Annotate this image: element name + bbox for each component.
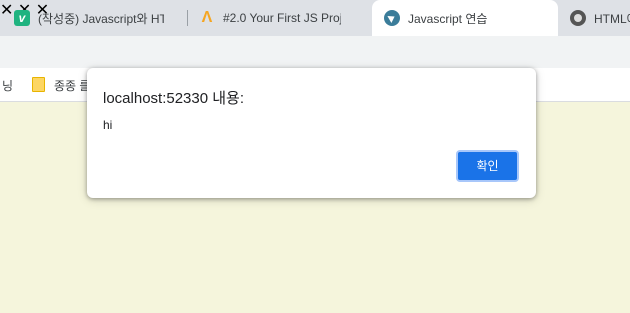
tab-velog[interactable]: v (작성중) Javascript와 HTML xyxy=(14,0,184,36)
javascript-page-icon xyxy=(384,10,400,26)
tab-strip: v (작성중) Javascript와 HTML ✕ Λ #2.0 Your F… xyxy=(0,0,630,36)
tab-html[interactable]: HTML에 xyxy=(570,0,630,36)
dialog-message: hi xyxy=(103,118,113,132)
tab-title: (작성중) Javascript와 HTML xyxy=(38,11,164,26)
nomadcoders-icon: Λ xyxy=(201,9,213,26)
bookmark-folder[interactable]: 종종 를 xyxy=(54,77,90,94)
tab-javascript[interactable]: Javascript 연습 xyxy=(372,0,558,36)
browser-toolbar xyxy=(0,36,630,68)
folder-icon xyxy=(32,77,45,92)
bookmark-item[interactable]: 닝 xyxy=(2,77,13,94)
dialog-title: localhost:52330 내용: xyxy=(103,90,245,107)
velog-icon: v xyxy=(14,10,30,26)
tab-separator xyxy=(187,10,188,26)
tab-title: HTML에 xyxy=(594,11,630,26)
tab-nomadcoders[interactable]: Λ #2.0 Your First JS Project xyxy=(199,0,349,36)
alert-dialog: localhost:52330 내용: hi 확인 xyxy=(87,68,536,198)
html-page-icon xyxy=(570,10,586,26)
ok-button[interactable]: 확인 xyxy=(456,150,519,182)
close-icon[interactable]: ✕ xyxy=(0,2,13,19)
tab-title: Javascript 연습 xyxy=(408,11,488,26)
tab-title: #2.0 Your First JS Project xyxy=(223,11,341,25)
